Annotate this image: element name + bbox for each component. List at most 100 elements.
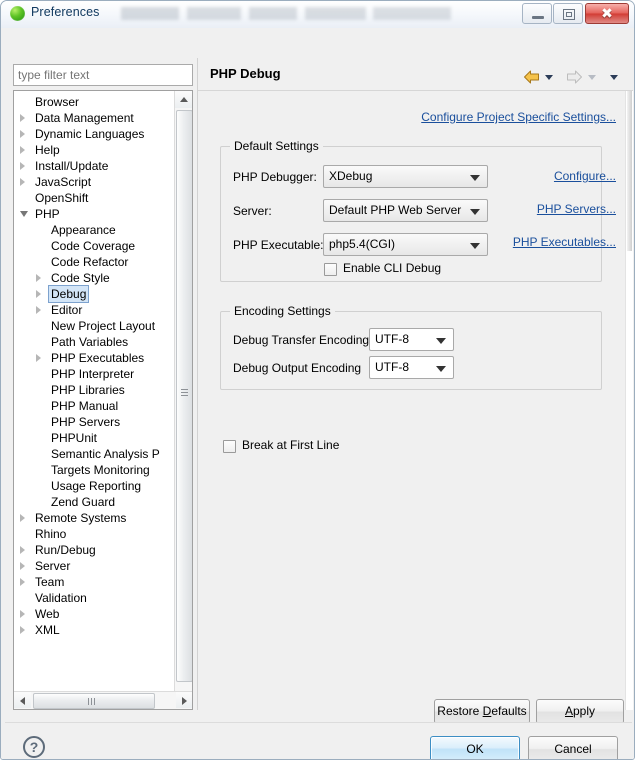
tree-item-server[interactable]: Server bbox=[14, 558, 172, 574]
debug-output-encoding-select[interactable]: UTF-8 bbox=[369, 356, 454, 379]
page-vertical-scrollbar[interactable] bbox=[625, 91, 633, 710]
tree-item-web[interactable]: Web bbox=[14, 606, 172, 622]
close-button[interactable]: ✖ bbox=[585, 3, 629, 24]
tree-expand-arrow-closed-icon[interactable] bbox=[20, 514, 25, 522]
tree-item-label: Rhino bbox=[35, 527, 67, 541]
forward-history-chevron-down-icon[interactable] bbox=[588, 75, 596, 80]
php-executables-link[interactable]: PHP Executables... bbox=[513, 235, 616, 249]
preferences-tree[interactable]: Browser Data Management Dynamic Languages H… bbox=[13, 90, 193, 710]
tree-item-label: Zend Guard bbox=[51, 495, 116, 509]
scroll-left-icon[interactable] bbox=[14, 692, 31, 708]
tree-item-label: PHP Libraries bbox=[51, 383, 125, 397]
tree-item-php[interactable]: PHP bbox=[14, 206, 172, 222]
tree-item-label: Path Variables bbox=[51, 335, 129, 349]
tree-item-targets-monitoring[interactable]: Targets Monitoring bbox=[14, 462, 172, 478]
scrollbar-thumb-vertical[interactable] bbox=[176, 110, 192, 682]
php-debugger-select[interactable]: XDebug bbox=[323, 165, 488, 188]
tree-item-path-variables[interactable]: Path Variables bbox=[14, 334, 172, 350]
scrollbar-grip-icon bbox=[88, 698, 97, 705]
back-arrow-icon[interactable] bbox=[523, 70, 540, 87]
tree-item-usage-reporting[interactable]: Usage Reporting bbox=[14, 478, 172, 494]
tree-item-browser[interactable]: Browser bbox=[14, 94, 172, 110]
tree-item-javascript[interactable]: JavaScript bbox=[14, 174, 172, 190]
chevron-down-icon bbox=[470, 175, 480, 181]
tree-item-code-coverage[interactable]: Code Coverage bbox=[14, 238, 172, 254]
tree-expand-arrow-closed-icon[interactable] bbox=[20, 162, 25, 170]
scrollbar-thumb-horizontal[interactable] bbox=[33, 693, 155, 709]
tree-expand-arrow-closed-icon[interactable] bbox=[20, 130, 25, 138]
tree-item-data-management[interactable]: Data Management bbox=[14, 110, 172, 126]
cancel-button[interactable]: Cancel bbox=[528, 736, 618, 759]
tree-item-code-refactor[interactable]: Code Refactor bbox=[14, 254, 172, 270]
tree-item-label: Targets Monitoring bbox=[51, 463, 150, 477]
tree-item-dynamic-languages[interactable]: Dynamic Languages bbox=[14, 126, 172, 142]
tree-item-openshift[interactable]: OpenShift bbox=[14, 190, 172, 206]
maximize-button[interactable] bbox=[553, 3, 583, 24]
tree-item-semantic-analysis-p[interactable]: Semantic Analysis P bbox=[14, 446, 172, 462]
back-history-chevron-down-icon[interactable] bbox=[545, 75, 553, 80]
apply-button[interactable]: Apply bbox=[536, 699, 624, 724]
tree-item-php-interpreter[interactable]: PHP Interpreter bbox=[14, 366, 172, 382]
tree-item-phpunit[interactable]: PHPUnit bbox=[14, 430, 172, 446]
php-executable-value: php5.4(CGI) bbox=[329, 237, 396, 251]
tree-expand-arrow-closed-icon[interactable] bbox=[20, 578, 25, 586]
php-servers-link[interactable]: PHP Servers... bbox=[537, 202, 616, 216]
search-input[interactable] bbox=[13, 64, 193, 86]
server-select[interactable]: Default PHP Web Server bbox=[323, 199, 488, 222]
tree-expand-arrow-closed-icon[interactable] bbox=[36, 354, 41, 362]
tree-item-editor[interactable]: Editor bbox=[14, 302, 172, 318]
tree-item-label: PHP Interpreter bbox=[51, 367, 135, 381]
tree-item-run-debug[interactable]: Run/Debug bbox=[14, 542, 172, 558]
enable-cli-debug-label: Enable CLI Debug bbox=[343, 261, 442, 275]
php-executable-label: PHP Executable: bbox=[233, 238, 324, 252]
tree-item-validation[interactable]: Validation bbox=[14, 590, 172, 606]
tree-item-php-manual[interactable]: PHP Manual bbox=[14, 398, 172, 414]
tree-item-php-libraries[interactable]: PHP Libraries bbox=[14, 382, 172, 398]
php-executable-select[interactable]: php5.4(CGI) bbox=[323, 233, 488, 256]
tree-expand-arrow-closed-icon[interactable] bbox=[20, 178, 25, 186]
tree-expand-arrow-closed-icon[interactable] bbox=[20, 562, 25, 570]
help-icon[interactable]: ? bbox=[23, 736, 45, 758]
tree-item-code-style[interactable]: Code Style bbox=[14, 270, 172, 286]
enable-cli-debug-checkbox[interactable] bbox=[324, 263, 337, 276]
tree-item-xml[interactable]: XML bbox=[14, 622, 172, 638]
break-at-first-line-checkbox[interactable] bbox=[223, 440, 236, 453]
tree-expand-arrow-closed-icon[interactable] bbox=[36, 290, 41, 298]
tree-expand-arrow-closed-icon[interactable] bbox=[36, 306, 41, 314]
configure-project-specific-settings-link[interactable]: Configure Project Specific Settings... bbox=[421, 110, 616, 124]
view-menu-chevron-down-icon[interactable] bbox=[610, 75, 618, 80]
ok-button[interactable]: OK bbox=[430, 736, 520, 759]
forward-arrow-icon bbox=[566, 70, 583, 87]
tree-item-php-executables[interactable]: PHP Executables bbox=[14, 350, 172, 366]
tree-horizontal-scrollbar[interactable] bbox=[14, 691, 192, 709]
tree-item-team[interactable]: Team bbox=[14, 574, 172, 590]
default-settings-title: Default Settings bbox=[230, 139, 323, 153]
tree-expand-arrow-closed-icon[interactable] bbox=[36, 274, 41, 282]
debug-transfer-encoding-select[interactable]: UTF-8 bbox=[369, 328, 454, 351]
tree-item-php-servers[interactable]: PHP Servers bbox=[14, 414, 172, 430]
tree-expand-arrow-closed-icon[interactable] bbox=[20, 610, 25, 618]
tree-item-remote-systems[interactable]: Remote Systems bbox=[14, 510, 172, 526]
restore-defaults-button[interactable]: Restore Defaults bbox=[434, 699, 530, 724]
tree-expand-arrow-closed-icon[interactable] bbox=[20, 114, 25, 122]
tree-item-new-project-layout[interactable]: New Project Layout bbox=[14, 318, 172, 334]
scroll-up-icon[interactable] bbox=[175, 91, 192, 108]
dialog-body: Browser Data Management Dynamic Languages H… bbox=[5, 30, 633, 724]
tree-item-zend-guard[interactable]: Zend Guard bbox=[14, 494, 172, 510]
tree-item-debug[interactable]: Debug bbox=[14, 285, 172, 303]
tree-vertical-scrollbar[interactable] bbox=[174, 91, 192, 709]
configure-link[interactable]: Configure... bbox=[554, 169, 616, 183]
tree-expand-arrow-closed-icon[interactable] bbox=[20, 146, 25, 154]
tree-item-install-update[interactable]: Install/Update bbox=[14, 158, 172, 174]
minimize-button[interactable] bbox=[522, 3, 552, 24]
tree-item-rhino[interactable]: Rhino bbox=[14, 526, 172, 542]
scrollbar-thumb-vertical[interactable] bbox=[627, 91, 632, 251]
scroll-right-icon[interactable] bbox=[176, 692, 192, 708]
tree-item-help[interactable]: Help bbox=[14, 142, 172, 158]
tree-items-container: Browser Data Management Dynamic Languages H… bbox=[14, 91, 174, 691]
tree-expand-arrow-closed-icon[interactable] bbox=[20, 546, 25, 554]
php-debugger-value: XDebug bbox=[329, 169, 373, 183]
tree-item-appearance[interactable]: Appearance bbox=[14, 222, 172, 238]
tree-expand-arrow-closed-icon[interactable] bbox=[20, 626, 25, 634]
tree-expand-arrow-open-icon[interactable] bbox=[20, 211, 28, 221]
